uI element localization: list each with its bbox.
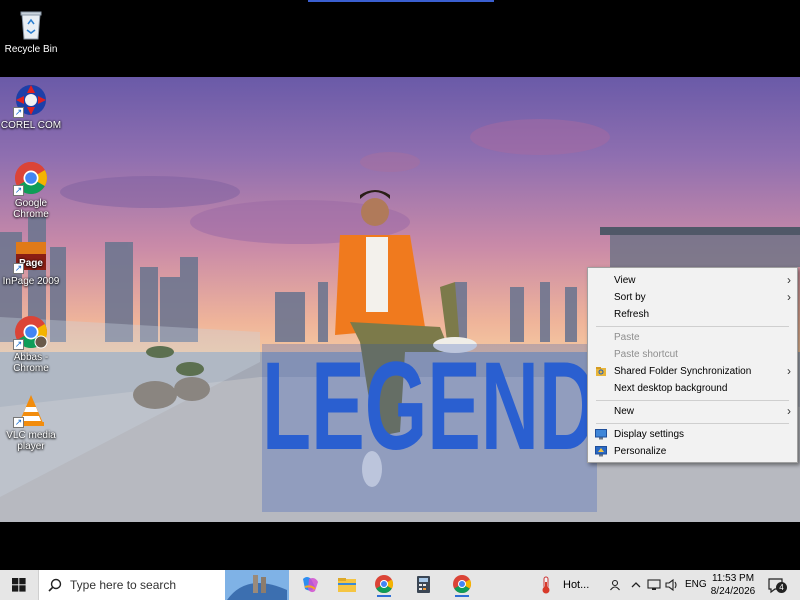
menu-item-label: Paste shortcut: [614, 349, 678, 360]
desktop-icon-label: Abbas - Chrome: [13, 352, 49, 374]
chevron-right-icon: ›: [787, 404, 791, 418]
menu-item-next-background[interactable]: Next desktop background: [588, 380, 797, 397]
chrome-icon: [375, 575, 394, 593]
taskbar-search-box[interactable]: Type here to search: [38, 570, 289, 600]
menu-item-paste[interactable]: Paste: [588, 329, 797, 346]
clock-date: 8/24/2026: [710, 586, 756, 597]
taskbar-app-chrome[interactable]: [371, 573, 397, 597]
menu-item-label: Display settings: [614, 429, 685, 440]
menu-item-display-settings[interactable]: Display settings: [588, 426, 797, 443]
menu-item-new[interactable]: New ›: [588, 403, 797, 420]
menu-item-label: Next desktop background: [614, 383, 728, 394]
taskbar-app-file-explorer[interactable]: [334, 573, 360, 597]
calculator-icon: [417, 576, 430, 593]
chrome-icon: ↗: [13, 314, 49, 350]
file-explorer-icon: [338, 578, 356, 592]
menu-item-sort-by[interactable]: Sort by ›: [588, 289, 797, 306]
search-icon: [48, 578, 62, 592]
people-icon[interactable]: [609, 579, 621, 591]
menu-item-refresh[interactable]: Refresh: [588, 306, 797, 323]
personalize-icon: [595, 446, 607, 457]
menu-item-shared-folder-sync[interactable]: Shared Folder Synchronization ›: [588, 363, 797, 380]
menu-item-label: Refresh: [614, 309, 650, 320]
desktop-icon-vlc[interactable]: ↗ VLC media player: [0, 392, 62, 452]
desktop-icon-label: Recycle Bin: [4, 44, 58, 55]
legend-sign: LEGEND: [262, 337, 597, 512]
menu-item-view[interactable]: View ›: [588, 272, 797, 289]
running-indicator: [455, 595, 469, 597]
taskbar-app-chrome-profile[interactable]: [449, 573, 475, 597]
vlc-icon: ↗: [13, 392, 49, 428]
desktop-icon-google-chrome[interactable]: ↗ Google Chrome: [0, 160, 62, 220]
shortcut-arrow-icon: ↗: [13, 185, 24, 196]
desktop-context-menu: View › Sort by › Refresh Paste Paste sho…: [587, 267, 798, 463]
menu-separator: [596, 400, 789, 401]
desktop-icon-recycle-bin[interactable]: Recycle Bin: [0, 6, 62, 55]
window-edge-sliver: [308, 0, 494, 2]
windows-logo-icon: [12, 578, 26, 592]
menu-item-label: Shared Folder Synchronization: [614, 366, 752, 377]
desktop-icon-corel[interactable]: ↗ COREL COM: [0, 82, 62, 131]
desktop-icon-label: InPage 2009: [2, 276, 60, 287]
copilot-icon: [303, 577, 318, 593]
notification-center-button[interactable]: 4: [765, 574, 787, 596]
menu-separator: [596, 326, 789, 327]
menu-item-label: Personalize: [614, 446, 667, 457]
taskbar: Type here to search Hot... ENG 11:53 PM …: [0, 570, 800, 600]
menu-item-label: Paste: [614, 332, 640, 343]
desktop-icon-label: Google Chrome: [13, 198, 49, 220]
chevron-right-icon: ›: [787, 290, 791, 304]
search-placeholder: Type here to search: [70, 578, 177, 592]
taskbar-app-copilot[interactable]: [297, 573, 323, 597]
clock-time: 11:53 PM: [711, 573, 755, 584]
chevron-right-icon: ›: [787, 364, 791, 378]
desktop-icon-label: COREL COM: [0, 120, 62, 131]
shortcut-arrow-icon: ↗: [13, 339, 24, 350]
chrome-icon: ↗: [13, 160, 49, 196]
running-indicator: [377, 595, 391, 597]
chevron-up-icon[interactable]: [631, 579, 641, 591]
thermometer-icon: [542, 576, 550, 594]
recycle-bin-icon: [13, 6, 49, 42]
chevron-right-icon: ›: [787, 273, 791, 287]
chrome-icon: [453, 575, 472, 593]
shortcut-arrow-icon: ↗: [13, 107, 24, 118]
weather-text: Hot...: [563, 579, 590, 591]
sync-folder-icon: [596, 367, 606, 376]
corel-icon: ↗: [13, 82, 49, 118]
display-icon: [595, 429, 607, 440]
start-button[interactable]: [0, 570, 38, 600]
search-highlight-image: [225, 570, 289, 600]
menu-item-paste-shortcut[interactable]: Paste shortcut: [588, 346, 797, 363]
menu-item-label: New: [614, 406, 635, 417]
desktop-icon-abbas-chrome[interactable]: ↗ Abbas - Chrome: [0, 314, 62, 374]
svg-text:LEGEND: LEGEND: [262, 337, 597, 476]
network-icon[interactable]: [647, 578, 661, 592]
desktop-icon-inpage[interactable]: Page ↗ InPage 2009: [0, 238, 62, 287]
taskbar-app-calculator[interactable]: [410, 573, 436, 597]
volume-icon[interactable]: [665, 578, 679, 592]
menu-separator: [596, 423, 789, 424]
shortcut-arrow-icon: ↗: [13, 417, 24, 428]
menu-item-personalize[interactable]: Personalize: [588, 443, 797, 460]
desktop-icon-label: VLC media player: [6, 430, 56, 452]
menu-item-label: Sort by: [614, 292, 646, 303]
clock[interactable]: 11:53 PM 8/24/2026: [703, 572, 763, 598]
inpage-icon: Page ↗: [13, 238, 49, 274]
menu-item-label: View: [614, 275, 636, 286]
shortcut-arrow-icon: ↗: [13, 263, 24, 274]
notification-count-badge: 4: [776, 582, 787, 593]
weather-widget[interactable]: Hot...: [537, 574, 597, 596]
